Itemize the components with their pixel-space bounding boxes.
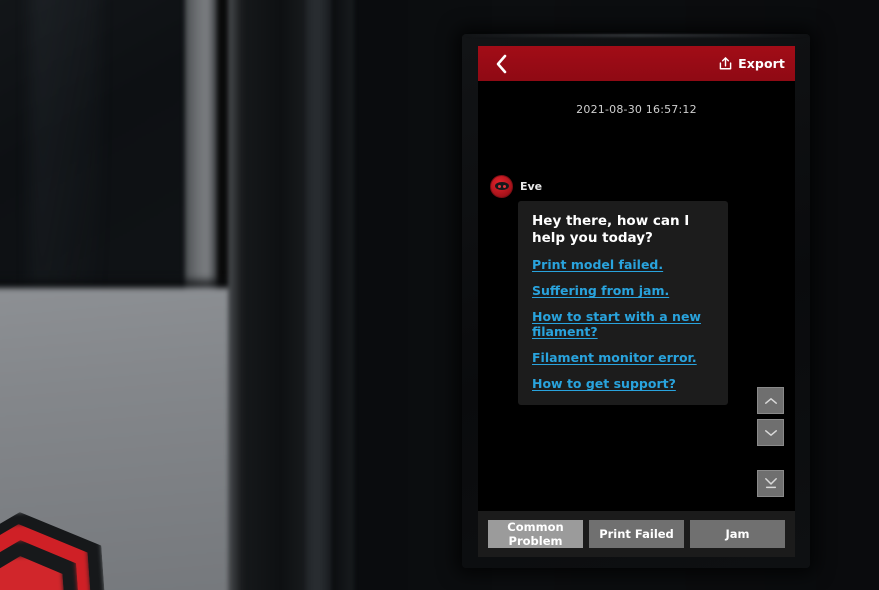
printer-frame-column-4 (332, 0, 354, 590)
scroll-down-button[interactable] (757, 419, 784, 446)
scroll-up-button[interactable] (757, 387, 784, 414)
printer-door-edge (185, 0, 217, 315)
printer-frame-column-2 (246, 0, 310, 590)
chat-bubble: Hey there, how can I help you today? Pri… (518, 201, 728, 406)
chat-sender-line: Eve (490, 174, 783, 198)
chat-message: Eve Hey there, how can I help you today?… (490, 174, 783, 406)
robot-avatar-eye-left (497, 184, 501, 188)
suggestion-link-new-filament[interactable]: How to start with a new filament? (532, 309, 714, 339)
suggestion-link-suffering-from-jam[interactable]: Suffering from jam. (532, 283, 714, 298)
chat-sender-name: Eve (520, 179, 543, 193)
quick-reply-common-problem[interactable]: Common Problem (488, 520, 583, 548)
printer-touchscreen: Export 2021-08-30 16:57:12 Eve Hey there… (478, 46, 795, 557)
robot-avatar-icon (490, 174, 513, 198)
suggestion-link-print-model-failed[interactable]: Print model failed. (532, 257, 714, 272)
share-export-icon (719, 57, 732, 70)
jump-to-bottom-icon (764, 477, 777, 489)
export-button[interactable]: Export (718, 56, 785, 71)
export-label: Export (738, 56, 785, 71)
screen-bezel-highlight (462, 34, 810, 37)
screenshot-scene: Export 2021-08-30 16:57:12 Eve Hey there… (0, 0, 879, 590)
conversation-timestamp: 2021-08-30 16:57:12 (576, 103, 697, 116)
quick-reply-bar: Common Problem Print Failed Jam (478, 511, 795, 557)
app-header: Export (478, 46, 795, 81)
chat-greeting-text: Hey there, how can I help you today? (532, 213, 690, 247)
conversation-pane: 2021-08-30 16:57:12 Eve Hey there, how c… (478, 81, 795, 511)
quick-reply-jam[interactable]: Jam (690, 520, 785, 548)
suggestion-link-get-support[interactable]: How to get support? (532, 376, 714, 391)
suggestion-link-filament-monitor-error[interactable]: Filament monitor error. (532, 350, 714, 365)
scroll-controls (757, 387, 784, 497)
chevron-up-icon (764, 397, 777, 404)
chevron-left-icon (496, 54, 506, 73)
robot-avatar-eye-right (502, 184, 506, 188)
printer-door-reflection (30, 0, 100, 310)
back-button[interactable] (488, 51, 514, 77)
robot-avatar-face (494, 182, 509, 190)
scroll-to-bottom-button[interactable] (757, 470, 784, 497)
quick-reply-print-failed[interactable]: Print Failed (589, 520, 684, 548)
chevron-down-icon (764, 429, 777, 436)
